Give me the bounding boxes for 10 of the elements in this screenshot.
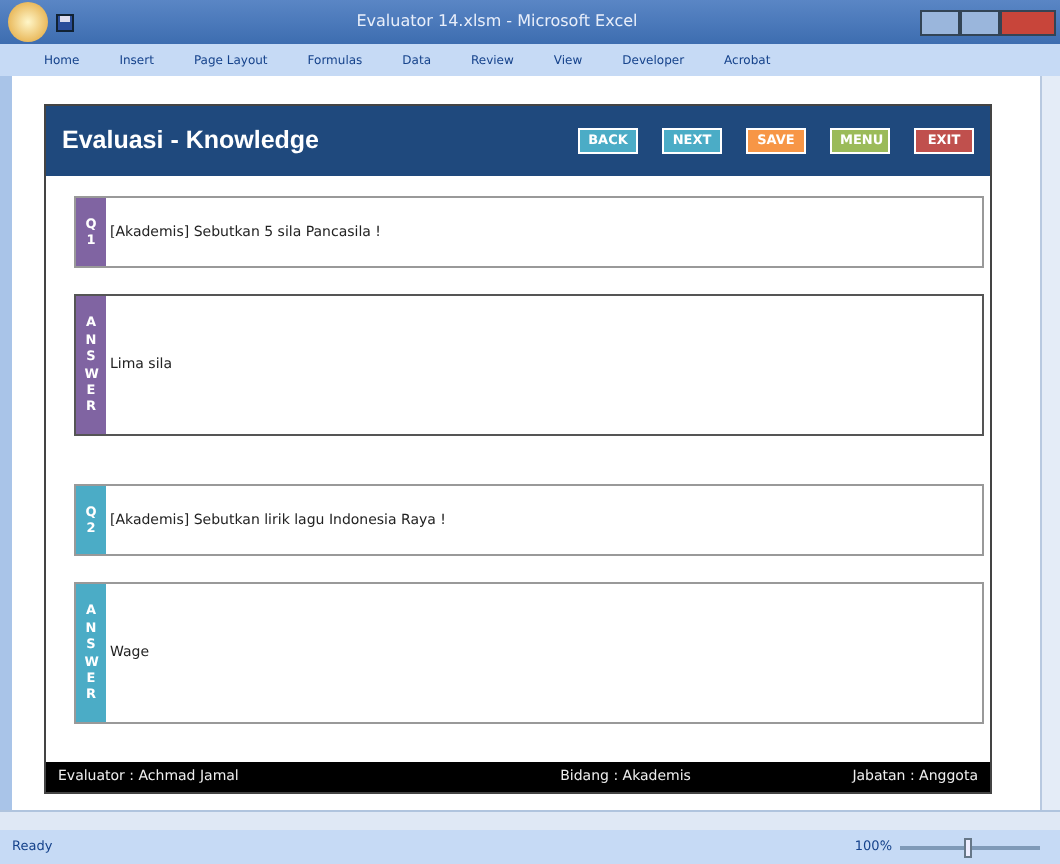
close-button[interactable] [1000, 9, 1056, 35]
office-button-icon[interactable] [8, 2, 48, 42]
maximize-button[interactable] [960, 9, 1000, 35]
vertical-scrollbar[interactable] [1040, 76, 1060, 810]
save-icon[interactable] [56, 13, 74, 31]
minimize-button[interactable] [920, 9, 960, 35]
form-title: Evaluasi - Knowledge [62, 124, 322, 159]
zoom-slider-thumb[interactable] [964, 837, 972, 857]
window-title: Evaluator 14.xlsm - Microsoft Excel [354, 10, 640, 34]
horizontal-scrollbar[interactable] [0, 810, 1060, 830]
